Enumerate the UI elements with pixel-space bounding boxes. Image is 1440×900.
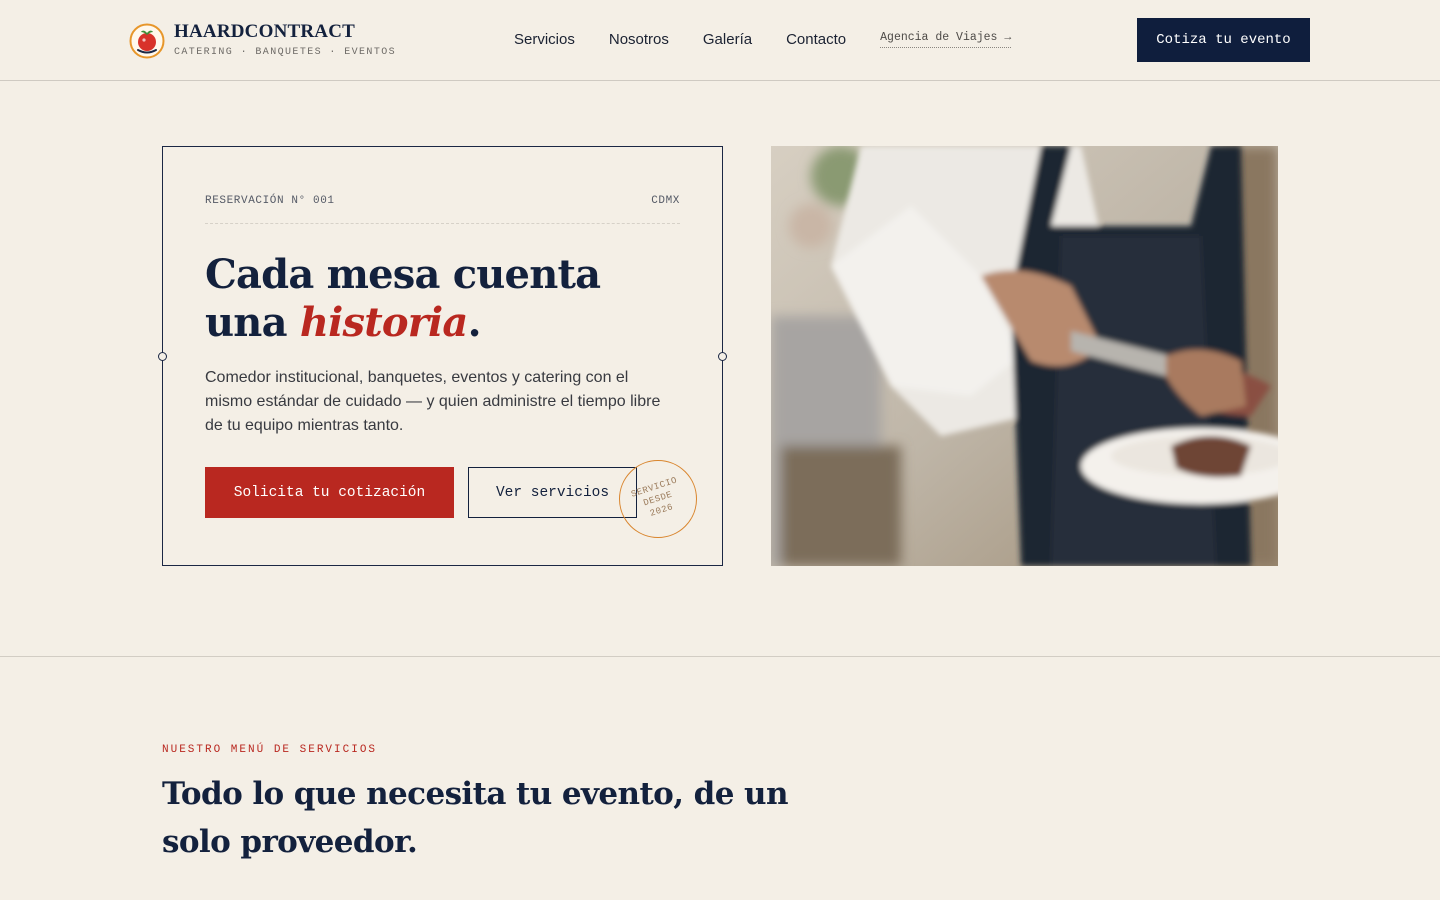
nav-item-contacto[interactable]: Contacto xyxy=(786,31,846,49)
since-stamp-badge: SERVICIO DESDE 2026 xyxy=(619,460,697,538)
view-services-button[interactable]: Ver servicios xyxy=(468,467,637,518)
main-nav: Servicios Nosotros Galería Contacto Agen… xyxy=(514,31,1012,49)
hero-title-accent: historia xyxy=(299,299,469,346)
nav-item-galeria[interactable]: Galería xyxy=(703,31,752,49)
services-kicker: NUESTRO MENÚ DE SERVICIOS xyxy=(162,744,378,756)
brand-logo[interactable]: HAARDCONTRACT CATERING · BANQUETES · EVE… xyxy=(129,22,396,59)
location-label: CDMX xyxy=(651,195,680,207)
hero-title: Cada mesa cuenta una historia. xyxy=(205,251,601,347)
reservation-meta: RESERVACIÓN N° 001 CDMX xyxy=(205,195,680,224)
hero-title-prefix: una xyxy=(205,299,300,346)
nav-item-servicios[interactable]: Servicios xyxy=(514,31,575,49)
brand-name: HAARDCONTRACT xyxy=(174,21,355,42)
brand-tagline: CATERING · BANQUETES · EVENTOS xyxy=(174,47,397,58)
hero-title-suffix: . xyxy=(467,299,482,346)
card-handle-right xyxy=(718,352,727,361)
services-title: Todo lo que necesita tu evento, de un so… xyxy=(162,776,789,860)
hero-title-line1: Cada mesa cuenta xyxy=(205,251,601,298)
hero-card: RESERVACIÓN N° 001 CDMX Cada mesa cuenta… xyxy=(158,146,727,566)
hero-description: Comedor institucional, banquetes, evento… xyxy=(205,369,661,434)
waiter-serving-photo xyxy=(771,146,1278,566)
request-quote-button[interactable]: Solicita tu cotización xyxy=(205,467,454,518)
quote-event-button[interactable]: Cotiza tu evento xyxy=(1137,18,1310,62)
tomato-logo-icon xyxy=(129,23,165,59)
nav-item-nosotros[interactable]: Nosotros xyxy=(609,31,669,49)
nav-item-agencia-viajes[interactable]: Agencia de Viajes → xyxy=(880,31,1012,48)
section-divider xyxy=(0,656,1440,657)
site-header: HAARDCONTRACT CATERING · BANQUETES · EVE… xyxy=(0,0,1440,81)
reservation-number: RESERVACIÓN N° 001 xyxy=(205,195,335,207)
card-handle-left xyxy=(158,352,167,361)
waiter-serving-illustration xyxy=(771,146,1278,566)
